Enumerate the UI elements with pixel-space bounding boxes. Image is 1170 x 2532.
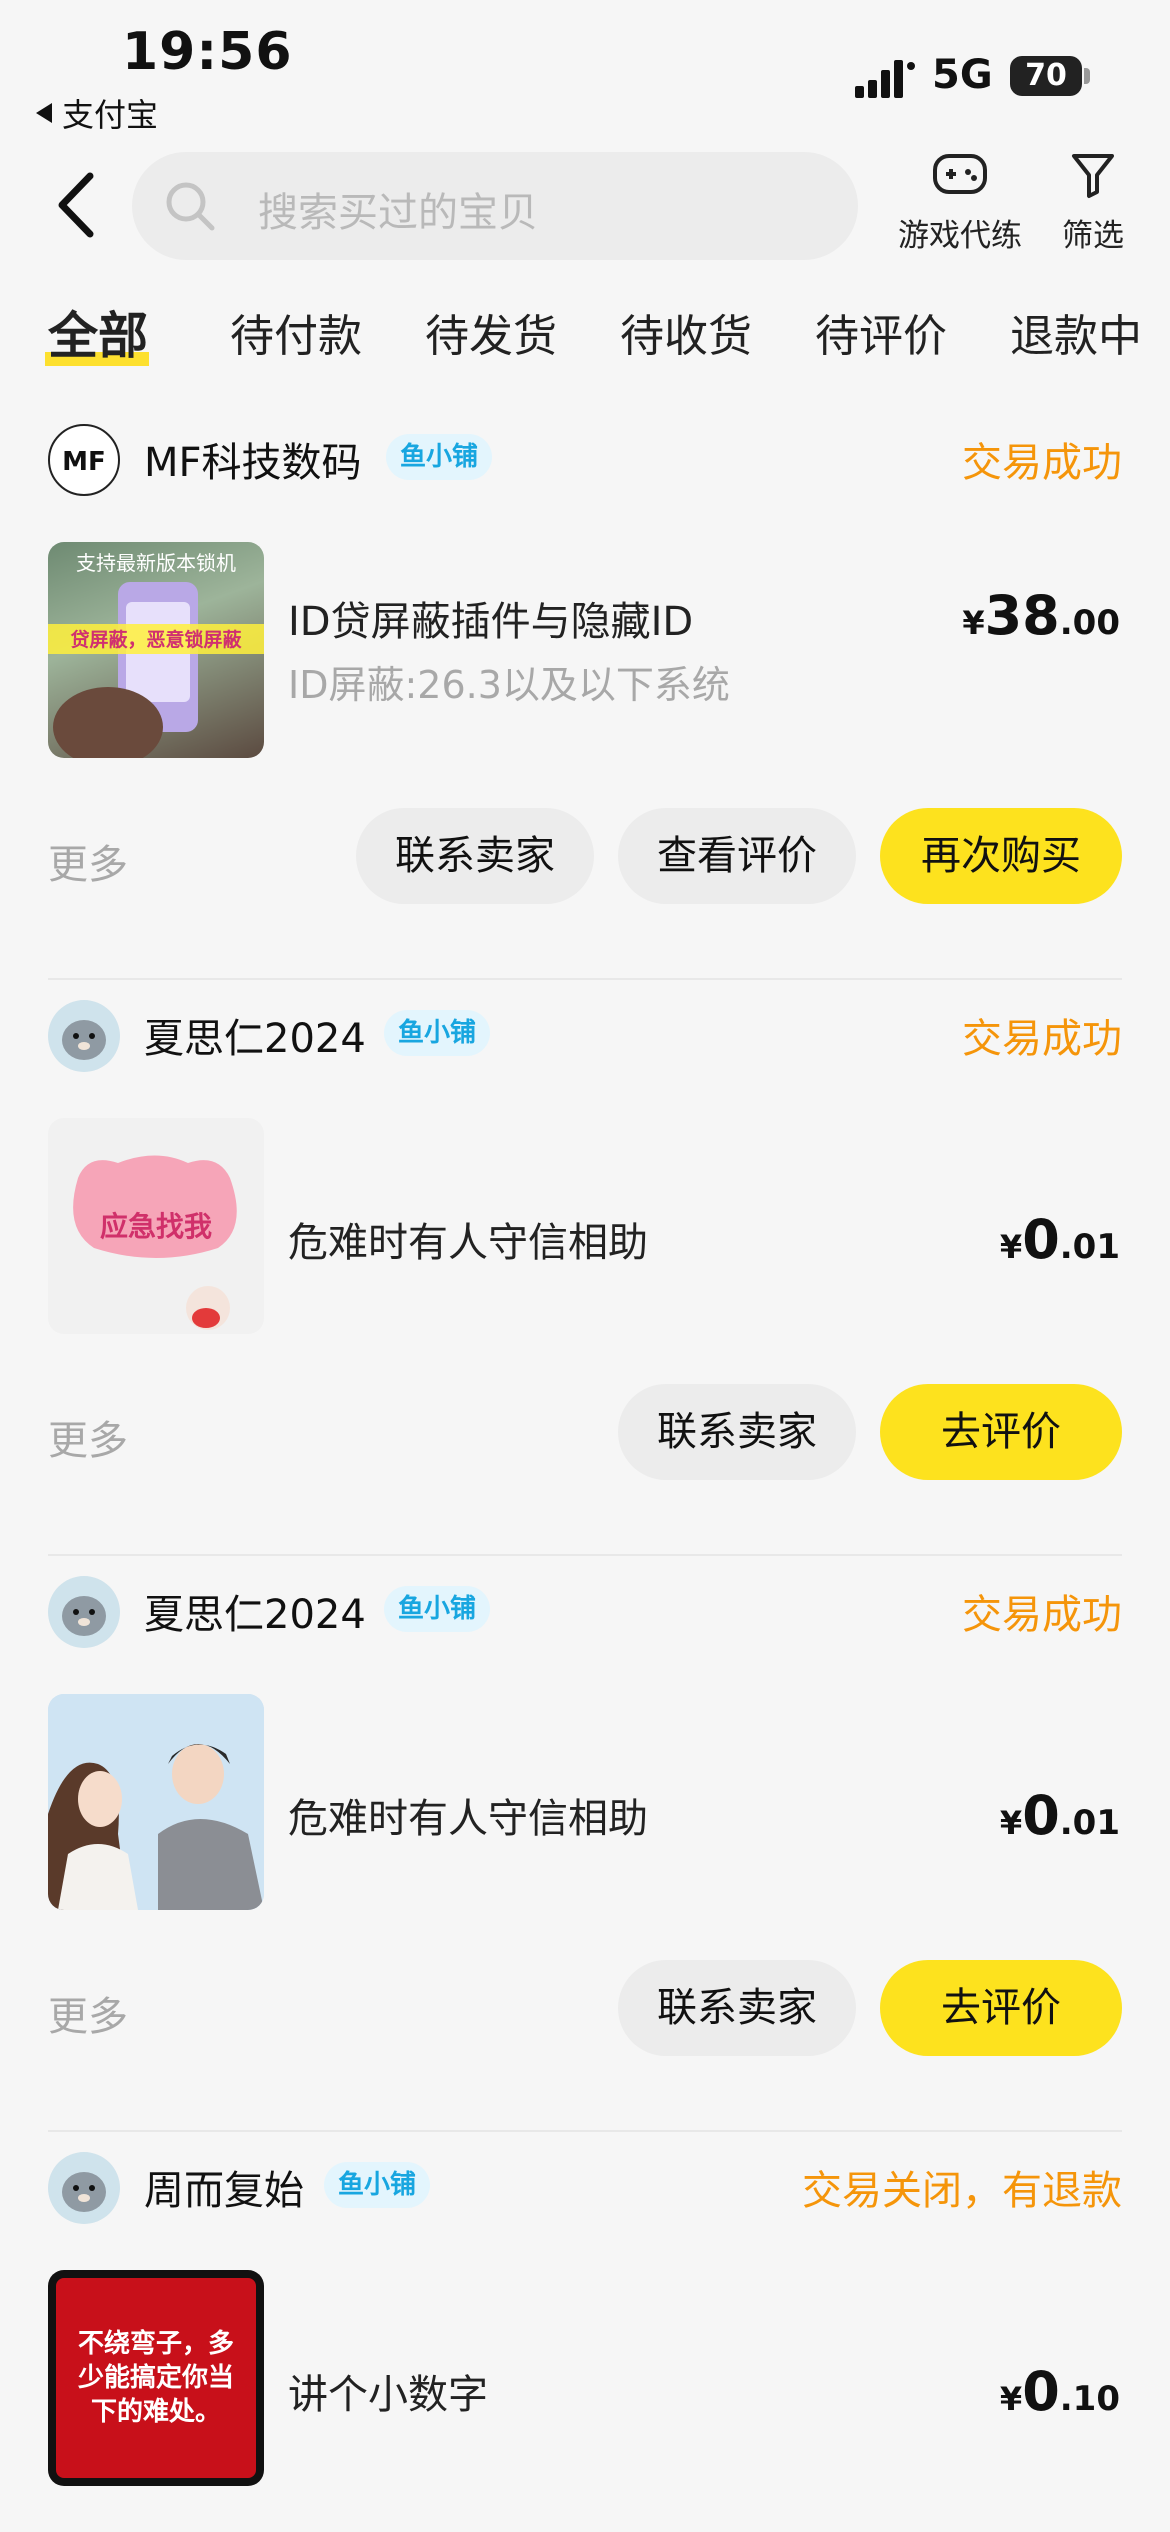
shop-badge: 鱼小铺 bbox=[384, 1010, 491, 1056]
order-status: 交易关闭，有退款 bbox=[802, 2168, 1122, 2214]
back-triangle-icon bbox=[36, 103, 52, 123]
back-arrow-icon[interactable] bbox=[52, 170, 102, 240]
search-icon bbox=[166, 182, 215, 231]
filter-button[interactable]: 筛选 bbox=[1052, 150, 1134, 255]
battery-cap bbox=[1084, 68, 1090, 84]
thumbnail-caption-mid: 贷屏蔽，恶意锁屏蔽 bbox=[70, 628, 242, 651]
product-thumbnail[interactable]: 支持最新版本锁机 贷屏蔽，恶意锁屏蔽 bbox=[48, 542, 264, 758]
seal-avatar-icon bbox=[48, 1576, 120, 1648]
order-card[interactable]: 夏思仁2024 鱼小铺 交易成功 危难时有人守信相助 ¥0.01 更多 联系卖家… bbox=[0, 1556, 1170, 2132]
buy-again-button[interactable]: 再次购买 bbox=[880, 808, 1122, 904]
contact-seller-button[interactable]: 联系卖家 bbox=[618, 1960, 856, 2056]
order-status: 交易成功 bbox=[962, 1016, 1122, 1062]
product-title[interactable]: 危难时有人守信相助 bbox=[288, 1786, 648, 1844]
shop-badge: 鱼小铺 bbox=[384, 1586, 491, 1632]
shop-badge: 鱼小铺 bbox=[386, 434, 493, 480]
svg-text:MF: MF bbox=[62, 447, 106, 477]
product-price: ¥0.01 bbox=[1000, 1208, 1120, 1271]
tab-refunding[interactable]: 退款中 bbox=[1010, 300, 1142, 364]
product-thumbnail[interactable] bbox=[48, 1694, 264, 1910]
review-button[interactable]: 去评价 bbox=[880, 1960, 1122, 2056]
order-status: 交易成功 bbox=[962, 1592, 1122, 1638]
back-app-label: 支付宝 bbox=[62, 96, 159, 134]
price-currency: ¥ bbox=[999, 1228, 1023, 1266]
shop-badge: 鱼小铺 bbox=[324, 2162, 431, 2208]
more-button[interactable]: 更多 bbox=[48, 1408, 128, 1466]
search-input[interactable]: 搜索买过的宝贝 bbox=[258, 180, 538, 238]
order-card[interactable]: 周而复始 鱼小铺 交易关闭，有退款 不绕弯子，多少能搞定你当下的难处。 讲个小数… bbox=[0, 2132, 1170, 2532]
product-spec: ID屏蔽:26.3以及以下系统 bbox=[288, 663, 730, 707]
shop-avatar: MF bbox=[48, 424, 120, 496]
shop-name[interactable]: 夏思仁2024 bbox=[144, 1006, 366, 1064]
price-integer: 38 bbox=[984, 584, 1060, 647]
back-to-app-link[interactable]: 支付宝 bbox=[36, 90, 158, 136]
view-review-button[interactable]: 查看评价 bbox=[618, 808, 856, 904]
order-card[interactable]: 夏思仁2024 鱼小铺 交易成功 应急找我 危难时有人守信相助 ¥0.01 更多… bbox=[0, 980, 1170, 1556]
more-button[interactable]: 更多 bbox=[48, 1984, 128, 2042]
contact-seller-button[interactable]: 联系卖家 bbox=[356, 808, 594, 904]
price-decimal: .01 bbox=[1059, 1803, 1120, 1843]
tab-pending-receipt[interactable]: 待收货 bbox=[620, 300, 752, 364]
product-title[interactable]: 讲个小数字 bbox=[288, 2362, 488, 2420]
thumbnail-caption: 不绕弯子，多少能搞定你当下的难处。 bbox=[77, 2329, 234, 2427]
product-thumbnail[interactable]: 应急找我 bbox=[48, 1118, 264, 1334]
tab-all[interactable]: 全部 bbox=[48, 296, 148, 368]
shop-avatar bbox=[48, 1000, 120, 1072]
game-boost-label: 游戏代练 bbox=[898, 218, 1022, 254]
product-price: ¥38.00 bbox=[962, 584, 1120, 647]
mf-logo-icon: MF bbox=[62, 447, 106, 477]
price-decimal: .01 bbox=[1059, 1227, 1120, 1267]
product-price: ¥0.01 bbox=[1000, 1784, 1120, 1847]
price-decimal: .10 bbox=[1059, 2379, 1120, 2419]
more-button[interactable]: 更多 bbox=[48, 832, 128, 890]
product-price: ¥0.10 bbox=[1000, 2360, 1120, 2423]
price-integer: 0 bbox=[1022, 1784, 1060, 1847]
status-time: 19:56 bbox=[122, 22, 293, 82]
tab-pending-shipment[interactable]: 待发货 bbox=[425, 300, 557, 364]
review-button[interactable]: 去评价 bbox=[880, 1384, 1122, 1480]
battery-icon: 70 bbox=[1010, 56, 1082, 96]
seal-avatar-icon bbox=[48, 2152, 120, 2224]
thumbnail-caption-top: 支持最新版本锁机 bbox=[76, 551, 236, 575]
filter-label: 筛选 bbox=[1062, 218, 1124, 254]
tab-pending-payment[interactable]: 待付款 bbox=[230, 300, 362, 364]
thumbnail-caption: 应急找我 bbox=[100, 1210, 212, 1243]
gamepad-icon bbox=[933, 154, 987, 194]
price-currency: ¥ bbox=[999, 2380, 1023, 2418]
network-type: 5G bbox=[932, 52, 993, 98]
price-currency: ¥ bbox=[999, 1804, 1023, 1842]
product-title[interactable]: 危难时有人守信相助 bbox=[288, 1210, 648, 1268]
price-integer: 0 bbox=[1022, 1208, 1060, 1271]
shop-name[interactable]: 周而复始 bbox=[144, 2158, 304, 2216]
shop-avatar bbox=[48, 2152, 120, 2224]
signal-icon bbox=[855, 60, 915, 98]
order-tabs: 全部 待付款 待发货 待收货 待评价 退款中 bbox=[0, 300, 1170, 380]
game-boost-button[interactable]: 游戏代练 bbox=[890, 150, 1030, 255]
order-card[interactable]: MF MF科技数码 鱼小铺 交易成功 支持最新版本锁机 贷屏蔽，恶意锁屏蔽 ID… bbox=[0, 404, 1170, 980]
price-currency: ¥ bbox=[962, 604, 985, 642]
price-integer: 0 bbox=[1022, 2360, 1060, 2423]
shop-avatar bbox=[48, 1576, 120, 1648]
shop-name[interactable]: 夏思仁2024 bbox=[144, 1582, 366, 1640]
tab-pending-review[interactable]: 待评价 bbox=[815, 300, 947, 364]
price-decimal: .00 bbox=[1059, 603, 1120, 643]
filter-icon bbox=[1072, 154, 1114, 198]
contact-seller-button[interactable]: 联系卖家 bbox=[618, 1384, 856, 1480]
product-title[interactable]: ID贷屏蔽插件与隐藏ID bbox=[288, 589, 693, 647]
product-thumbnail[interactable]: 不绕弯子，多少能搞定你当下的难处。 bbox=[48, 2270, 264, 2486]
shop-name[interactable]: MF科技数码 bbox=[144, 430, 362, 488]
seal-avatar-icon bbox=[48, 1000, 120, 1072]
order-status: 交易成功 bbox=[962, 440, 1122, 486]
